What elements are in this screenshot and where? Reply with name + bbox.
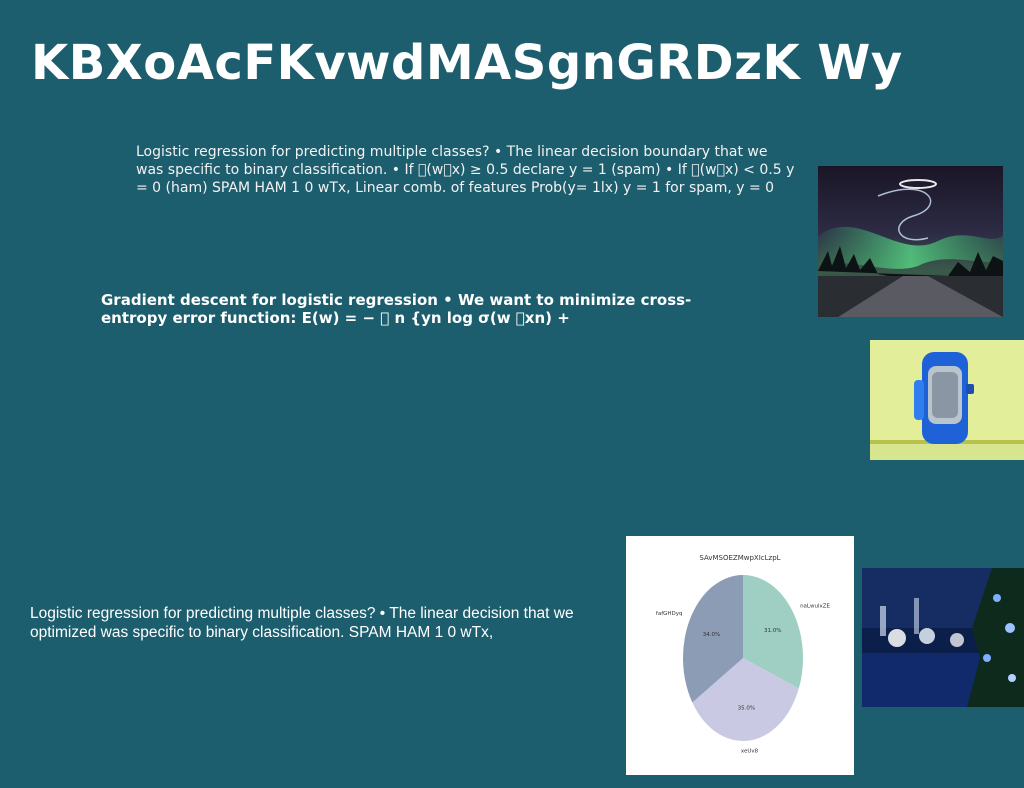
pie-chart: SAvMSOEZMwpXIcLzpL 31.0% naLwulxZE 35.0% xe… xyxy=(626,536,854,775)
pie-pct-label-2: 34.0% xyxy=(703,632,720,638)
pie-category-label-2: fafGHDyq xyxy=(656,611,683,617)
body-paragraph-3: Logistic regression for predicting multi… xyxy=(30,605,574,641)
slide-title: KBXoAcFKvwdMASgnGRDzK Wy xyxy=(31,35,903,91)
pie-category-label-0: naLwulxZE xyxy=(800,604,830,610)
chart-title: SAvMSOEZMwpXIcLzpL xyxy=(699,554,780,562)
christmas-table-photo xyxy=(862,568,1024,707)
pie-category-label-1: xeUv8 xyxy=(741,749,759,755)
body-paragraph-2: Gradient descent for logistic regression… xyxy=(101,291,692,327)
pie-pct-label-1: 35.0% xyxy=(738,706,755,712)
wristwatch-photo xyxy=(870,340,1024,460)
body-paragraph-1: Logistic regression for predicting multi… xyxy=(136,144,795,196)
aurora-photo xyxy=(818,166,1003,317)
pie-pct-label-0: 31.0% xyxy=(764,628,781,634)
